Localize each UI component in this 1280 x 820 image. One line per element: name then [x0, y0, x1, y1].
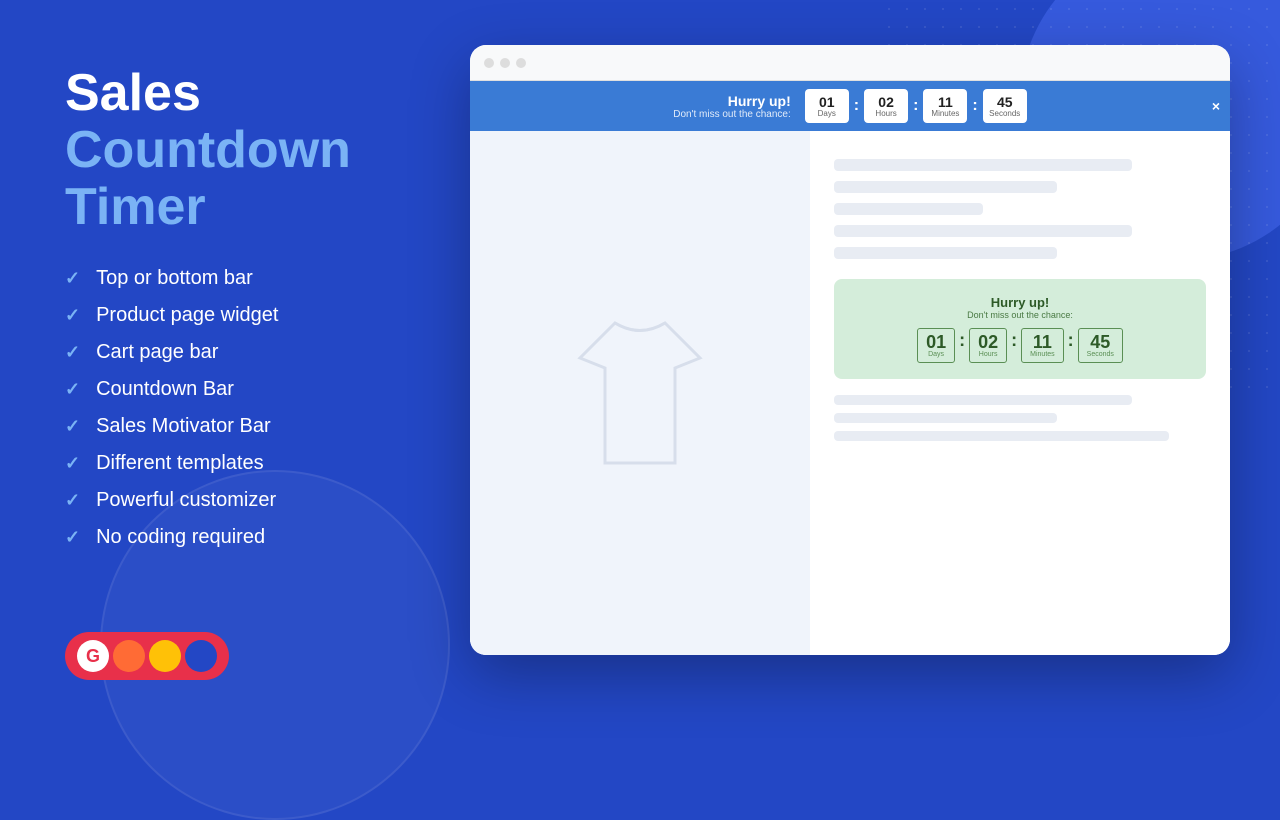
feature-item-5: ✓ Sales Motivator Bar [65, 415, 455, 438]
bottom-placeholder-1 [834, 395, 1132, 405]
title-word-countdown: Countdown [65, 121, 351, 179]
feature-item-7: ✓ Powerful customizer [65, 489, 455, 512]
browser-dot-2 [500, 58, 510, 68]
product-image-section [470, 131, 810, 655]
browser-dot-1 [484, 58, 494, 68]
seconds-number: 45 [997, 95, 1013, 109]
check-icon-3: ✓ [65, 342, 80, 363]
widget-hours-label: Hours [978, 351, 998, 358]
widget-sep-3: : [1066, 330, 1076, 351]
left-panel: Sales Countdown Timer ✓ Top or bottom ba… [65, 65, 455, 563]
widget-countdown-row: 01 Days : 02 Hours : 11 Minutes : [854, 328, 1186, 363]
days-label: Days [818, 109, 836, 118]
page-content: Hurry up! Don't miss out the chance: 01 … [470, 131, 1230, 655]
seconds-block: 45 Seconds [983, 89, 1027, 123]
feature-item-3: ✓ Cart page bar [65, 341, 455, 364]
widget-sep-2: : [1009, 330, 1019, 351]
hours-block: 02 Hours [864, 89, 908, 123]
widget-hurry-text: Hurry up! [854, 295, 1186, 310]
minutes-label: Minutes [931, 109, 959, 118]
title-line-1: Sales Countdown [65, 65, 455, 179]
minutes-block: 11 Minutes [923, 89, 967, 123]
title-line-2: Timer [65, 179, 455, 236]
countdown-top-bar: Hurry up! Don't miss out the chance: 01 … [470, 81, 1230, 131]
days-block: 01 Days [805, 89, 849, 123]
feature-label-8: No coding required [96, 526, 265, 549]
days-number: 01 [819, 95, 835, 109]
countdown-blocks: 01 Days : 02 Hours : 11 Minutes : 45 Sec… [805, 89, 1027, 123]
feature-item-4: ✓ Countdown Bar [65, 378, 455, 401]
product-details-section: Hurry up! Don't miss out the chance: 01 … [810, 131, 1230, 655]
widget-minutes-label: Minutes [1030, 351, 1055, 358]
separator-3: : [972, 97, 977, 115]
check-icon-7: ✓ [65, 490, 80, 511]
check-icon-8: ✓ [65, 527, 80, 548]
product-countdown-widget: Hurry up! Don't miss out the chance: 01 … [834, 279, 1206, 379]
seconds-label: Seconds [989, 109, 1020, 118]
page-bottom-placeholders [834, 395, 1206, 441]
bar-hurry-text: Hurry up! [673, 93, 791, 109]
features-list: ✓ Top or bottom bar ✓ Product page widge… [65, 267, 455, 549]
feature-label-1: Top or bottom bar [96, 267, 253, 290]
widget-seconds-number: 45 [1087, 333, 1114, 351]
placeholder-line-4 [834, 225, 1132, 237]
feature-item-6: ✓ Different templates [65, 452, 455, 475]
browser-dot-3 [516, 58, 526, 68]
check-icon-5: ✓ [65, 416, 80, 437]
browser-mockup: Hurry up! Don't miss out the chance: 01 … [470, 45, 1230, 655]
widget-days-number: 01 [926, 333, 946, 351]
placeholder-line-1 [834, 159, 1132, 171]
check-icon-1: ✓ [65, 268, 80, 289]
logo-area: G [65, 632, 229, 680]
feature-label-4: Countdown Bar [96, 378, 234, 401]
widget-minutes-number: 11 [1030, 333, 1055, 351]
check-icon-6: ✓ [65, 453, 80, 474]
feature-label-2: Product page widget [96, 304, 278, 327]
check-icon-4: ✓ [65, 379, 80, 400]
placeholder-line-3 [834, 203, 983, 215]
feature-item-2: ✓ Product page widget [65, 304, 455, 327]
widget-sep-1: : [957, 330, 967, 351]
logo-circle-o3 [185, 640, 217, 672]
feature-item-8: ✓ No coding required [65, 526, 455, 549]
widget-hours-block: 02 Hours [969, 328, 1007, 363]
logo-circle-o2 [149, 640, 181, 672]
logo-letter-g: G [77, 640, 109, 672]
separator-1: : [854, 97, 859, 115]
browser-top-bar [470, 45, 1230, 81]
widget-minutes-block: 11 Minutes [1021, 328, 1064, 363]
widget-dont-miss-text: Don't miss out the chance: [854, 310, 1186, 320]
widget-days-block: 01 Days [917, 328, 955, 363]
shirt-icon [560, 303, 720, 483]
widget-hours-number: 02 [978, 333, 998, 351]
feature-item-1: ✓ Top or bottom bar [65, 267, 455, 290]
feature-label-7: Powerful customizer [96, 489, 276, 512]
placeholder-line-2 [834, 181, 1057, 193]
logo-container: G [65, 632, 229, 680]
check-icon-2: ✓ [65, 305, 80, 326]
hours-number: 02 [878, 95, 894, 109]
close-button[interactable]: × [1212, 98, 1220, 114]
bar-dont-miss-text: Don't miss out the chance: [673, 109, 791, 120]
placeholder-line-5 [834, 247, 1057, 259]
separator-2: : [913, 97, 918, 115]
title-block: Sales Countdown Timer [65, 65, 455, 237]
feature-label-5: Sales Motivator Bar [96, 415, 271, 438]
feature-label-6: Different templates [96, 452, 264, 475]
widget-seconds-label: Seconds [1087, 351, 1114, 358]
minutes-number: 11 [938, 95, 953, 109]
product-placeholder-lines [834, 159, 1206, 259]
feature-label-3: Cart page bar [96, 341, 218, 364]
bottom-placeholder-3 [834, 431, 1169, 441]
bottom-placeholder-2 [834, 413, 1057, 423]
bar-text-group: Hurry up! Don't miss out the chance: [673, 93, 791, 120]
logo-circle-o1 [113, 640, 145, 672]
widget-seconds-block: 45 Seconds [1078, 328, 1123, 363]
hours-label: Hours [875, 109, 896, 118]
title-word-timer: Timer [65, 178, 206, 236]
widget-days-label: Days [926, 351, 946, 358]
title-word-sales: Sales [65, 64, 201, 122]
